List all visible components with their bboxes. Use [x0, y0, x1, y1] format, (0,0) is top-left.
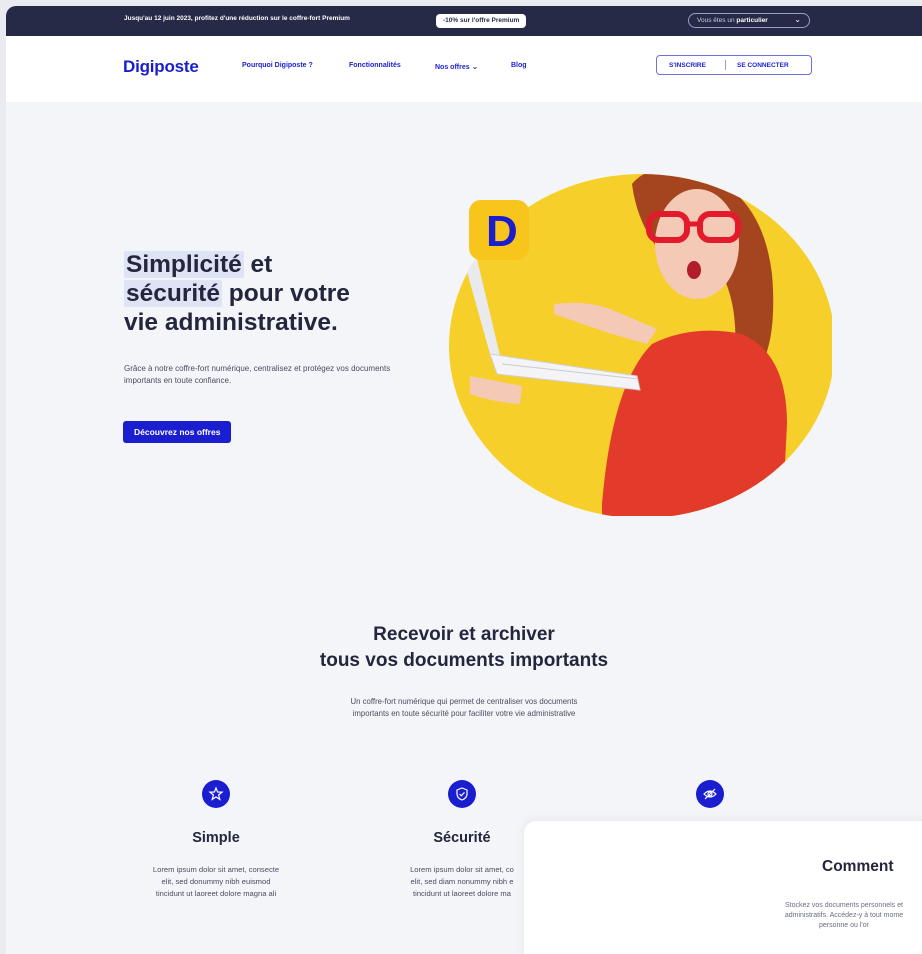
hero-title-text-2: pour votre [221, 280, 350, 307]
mouth-shape [687, 261, 701, 279]
hero-title-highlight-2: sécurité [124, 280, 222, 307]
feature-desc-simple: Lorem ipsum dolor sit amet, consecte elit… [152, 865, 280, 898]
card-description: Stockez vos documents personnels et admin… [784, 902, 904, 929]
hero-title-text-1: et [243, 251, 273, 278]
card-title: Comment [822, 858, 894, 875]
eye-slash-icon [696, 780, 724, 808]
nav-link-blog[interactable]: Blog [511, 62, 527, 69]
nav-link-offres[interactable]: Nos offres ⌄ [435, 62, 478, 71]
auth-buttons: S'INSCRIRE SE CONNECTER [656, 55, 812, 75]
feature-title-simple: Simple [192, 830, 240, 846]
login-button[interactable]: SE CONNECTER [737, 62, 789, 69]
nav-link-fonctionnalites[interactable]: Fonctionnalités [349, 62, 401, 69]
how-it-works-card: Comment Stockez vos documents personnels… [524, 821, 922, 954]
nav-link-pourquoi[interactable]: Pourquoi Digiposte ? [242, 62, 313, 69]
nav-link-offres-label: Nos offres [435, 64, 470, 71]
promo-bar: Jusqu'au 12 juin 2023, profitez d'une ré… [6, 6, 922, 36]
hero-title-text-3: vie administrative. [124, 309, 338, 336]
app-icon-letter: D [486, 207, 518, 256]
user-type-select[interactable]: Vous êtes un particulier ⌄ [688, 13, 810, 28]
section-title-line1: Recevoir et archiver [373, 624, 555, 645]
section-title-line2: tous vos documents importants [319, 650, 609, 671]
hero-description: Grâce à notre coffre-fort numérique, cen… [124, 364, 391, 385]
divider [725, 60, 726, 70]
hero-title-highlight-1: Simplicité [124, 251, 244, 278]
star-icon [202, 780, 230, 808]
section-desc-line1: Un coffre-fort numérique qui permet de c… [350, 697, 578, 706]
hero-illustration: D [449, 174, 832, 516]
user-type-prefix: Vous êtes un [697, 17, 735, 24]
shield-check-icon [448, 780, 476, 808]
section-desc-line2: importants en toute sécurité pour facili… [352, 709, 576, 718]
face-shape [655, 189, 739, 299]
promo-text: Jusqu'au 12 juin 2023, profitez d'une ré… [124, 15, 350, 22]
main-nav: Digiposte Pourquoi Digiposte ? Fonctionn… [6, 36, 922, 102]
user-type-value: particulier [736, 17, 768, 24]
hero-title: Simplicité et sécurité pour votre vie ad… [124, 250, 350, 337]
discover-offers-button[interactable]: Découvrez nos offres [123, 421, 232, 443]
chevron-down-icon: ⌄ [471, 62, 479, 71]
logo[interactable]: Digiposte [123, 57, 199, 77]
signup-button[interactable]: S'INSCRIRE [669, 62, 706, 69]
chevron-down-icon: ⌄ [794, 15, 801, 24]
page: Jusqu'au 12 juin 2023, profitez d'une ré… [6, 6, 922, 954]
promo-badge[interactable]: -10% sur l'offre Premium [436, 14, 527, 28]
